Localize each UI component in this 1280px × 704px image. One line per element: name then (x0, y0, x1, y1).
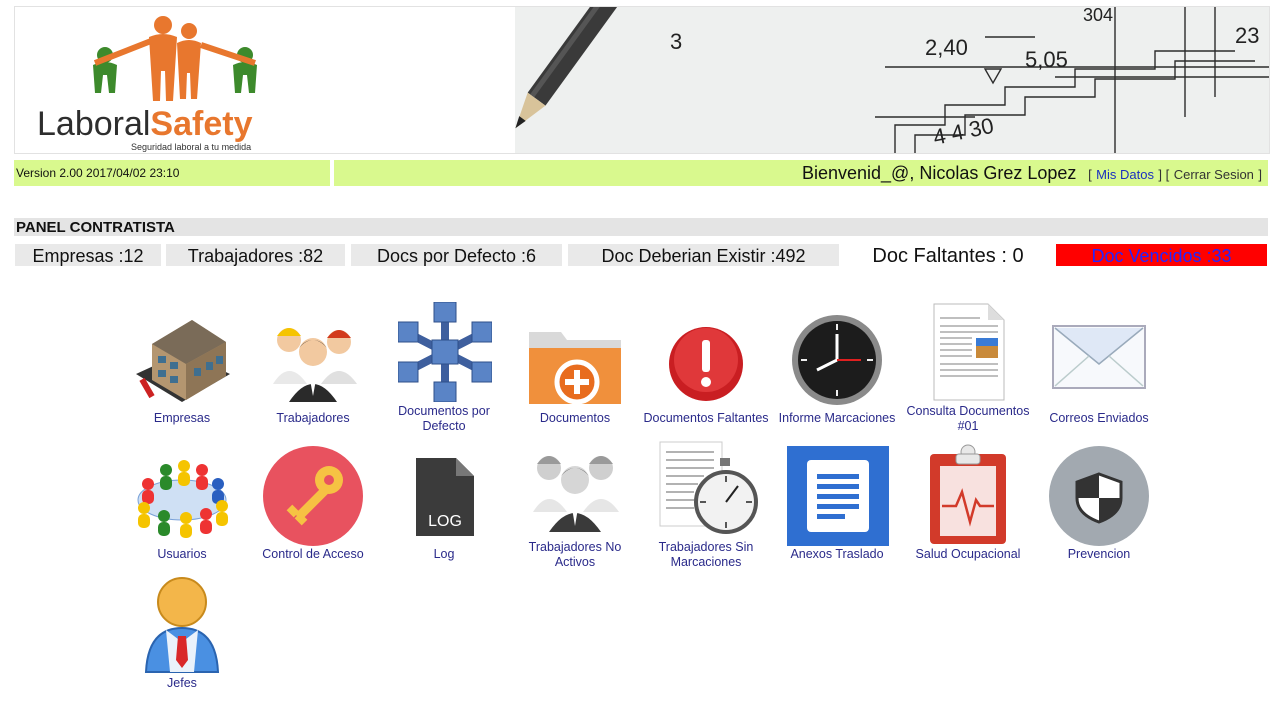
folder-add-icon (529, 332, 621, 405)
tile-label: Log (433, 547, 455, 561)
tile-empresas[interactable]: Empresas (118, 300, 246, 430)
bracket-mid: ] [ (1158, 167, 1170, 182)
stat-doc-faltantes: Doc Faltantes : 0 (872, 245, 1024, 267)
medical-clipboard-icon (930, 444, 1006, 544)
logo-word-laboral: Laboral (37, 105, 151, 143)
tile-anexos-traslado[interactable]: Anexos Traslado (773, 440, 901, 570)
tile-trabajadores-sin-marcaciones[interactable]: Trabajadores Sin Marcaciones (642, 440, 770, 580)
tile-label-line1: Trabajadores Sin (658, 540, 754, 554)
tile-label-line2: Defecto (422, 419, 466, 433)
tile-prevencion[interactable]: Prevencion (1035, 440, 1163, 570)
logo-word-safety: Safety (150, 105, 253, 143)
tile-label-line2: #01 (957, 419, 979, 433)
tile-label: Documentos Faltantes (643, 411, 769, 425)
bracket-close: ] (1258, 167, 1262, 182)
laboral-safety-logo[interactable]: LaboralSafety Seguridad laboral a tu med… (25, 15, 305, 152)
stat-empresas: Empresas :12 (15, 244, 161, 266)
inactive-workers-icon (533, 456, 619, 532)
tile-label-line1: Documentos por (398, 404, 490, 418)
tile-label: Documentos (539, 411, 611, 425)
tile-consulta-documentos[interactable]: Consulta Documentos #01 (904, 300, 1032, 440)
cerrar-sesion-link[interactable]: Cerrar Sesion (1174, 167, 1254, 182)
people-logo-icon (93, 16, 257, 101)
tile-control-acceso[interactable]: Control de Acceso (249, 440, 377, 570)
bracket-open: [ (1088, 167, 1092, 182)
tile-label-line2: Marcaciones (670, 555, 742, 569)
tile-jefes[interactable]: Jefes (118, 574, 246, 694)
building-icon (136, 320, 230, 402)
bracket (1081, 167, 1088, 182)
tile-label: Jefes (167, 676, 197, 690)
tile-label: Trabajadores (276, 411, 350, 425)
tile-documentos[interactable]: Documentos (511, 300, 639, 430)
log-icon-text: LOG (428, 513, 462, 530)
shield-icon (1049, 446, 1149, 546)
tile-documentos-defecto[interactable]: Documentos por Defecto (380, 300, 508, 440)
banner-figure-6: 304 (1083, 7, 1113, 25)
stat-doc-deberian: Doc Deberian Existir :492 (568, 244, 839, 266)
tile-label: Correos Enviados (1049, 411, 1149, 425)
tile-label: Anexos Traslado (790, 547, 884, 561)
welcome-area: Bienvenid_@, Nicolas Grez Lopez [ Mis Da… (802, 163, 1262, 184)
tile-label: Prevencion (1067, 547, 1131, 561)
tile-label: Informe Marcaciones (778, 411, 896, 425)
version-text: Version 2.00 2017/04/02 23:10 (16, 166, 180, 180)
version-bar: Version 2.00 2017/04/02 23:10 (14, 160, 330, 186)
tile-log[interactable]: LOG Log (380, 440, 508, 570)
text-document-icon (787, 446, 889, 546)
blueprint-pencil-image: 2,40 5,05 3 23 4 4 30 304 (515, 7, 1269, 153)
banner-figure-3: 3 (670, 29, 682, 54)
workers-icon (273, 328, 357, 402)
banner-figure-2: 5,05 (1025, 47, 1068, 72)
panel-title: PANEL CONTRATISTA (14, 218, 1268, 236)
stopwatch-document-icon (659, 441, 758, 534)
tile-informe-marcaciones[interactable]: Informe Marcaciones (773, 300, 901, 430)
tile-trabajadores[interactable]: Trabajadores (249, 300, 377, 430)
tile-label: Usuarios (157, 547, 207, 561)
envelope-icon (1052, 325, 1146, 389)
users-group-icon (137, 460, 228, 538)
tile-label: Empresas (153, 411, 211, 425)
mis-datos-link[interactable]: Mis Datos (1096, 167, 1154, 182)
key-icon (263, 446, 363, 546)
clock-icon (792, 315, 882, 405)
tile-label-line1: Trabajadores No (528, 540, 622, 554)
stat-doc-vencidos[interactable]: Doc Vencidos :33 (1056, 244, 1267, 266)
banner-figure-4: 23 (1235, 23, 1259, 48)
tile-label: Salud Ocupacional (915, 547, 1021, 561)
tile-trabajadores-no-activos[interactable]: Trabajadores No Activos (511, 440, 639, 580)
tile-usuarios[interactable]: Usuarios (118, 440, 246, 570)
header: LaboralSafety Seguridad laboral a tu med… (14, 6, 1270, 154)
blueprint-banner: 2,40 5,05 3 23 4 4 30 304 (515, 7, 1269, 153)
alert-icon (669, 327, 743, 401)
banner-figure-1: 2,40 (925, 35, 968, 60)
tile-salud-ocupacional[interactable]: Salud Ocupacional (904, 440, 1032, 570)
tile-documentos-faltantes[interactable]: Documentos Faltantes (642, 300, 770, 430)
boss-user-icon (144, 577, 220, 673)
stat-trabajadores: Trabajadores :82 (166, 244, 345, 266)
tile-label: Control de Acceso (262, 547, 364, 561)
tile-correos-enviados[interactable]: Correos Enviados (1035, 300, 1163, 430)
tile-label-line2: Activos (554, 555, 596, 569)
network-cubes-icon (398, 302, 492, 402)
welcome-bar: Bienvenid_@, Nicolas Grez Lopez [ Mis Da… (334, 160, 1268, 186)
tile-label-line1: Consulta Documentos (906, 404, 1030, 418)
document-icon (933, 303, 1005, 401)
logo-wordmark: LaboralSafety (37, 107, 252, 141)
stat-docs-defecto: Docs por Defecto :6 (351, 244, 562, 266)
logo-tagline: Seguridad laboral a tu medida (131, 142, 252, 152)
welcome-text: Bienvenid_@, Nicolas Grez Lopez (801, 163, 1077, 183)
